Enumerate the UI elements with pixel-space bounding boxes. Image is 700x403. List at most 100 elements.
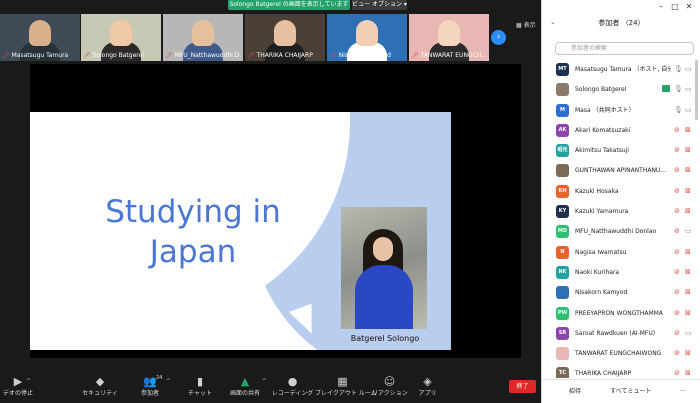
- mic-muted-icon[interactable]: ⊘: [674, 187, 680, 195]
- participant-row[interactable]: AK Akari Komatsuzaki ⊘ ⊠: [542, 121, 700, 141]
- view-options-button[interactable]: ビュー オプション ▾: [352, 0, 407, 10]
- camera-off-icon[interactable]: ⊠: [685, 248, 691, 256]
- participant-row[interactable]: KY Kazuki Yamamura ⊘ ⊠: [542, 202, 700, 222]
- slide-title: Studying in Japan: [105, 194, 281, 270]
- participant-row[interactable]: SR Saroat Rawdkuen (AI-MFU) ⊘ ▭: [542, 324, 700, 344]
- toolbar-label: 参加者: [140, 390, 159, 397]
- end-meeting-button[interactable]: 終了: [509, 380, 536, 393]
- participant-row[interactable]: MD MFU_Natthawuddhi Donlao ⊘ ▭: [542, 222, 700, 242]
- participant-row[interactable]: M Masa （共同ホスト） 🎙︎ ▭: [542, 101, 700, 121]
- mic-muted-icon[interactable]: ⊘: [674, 329, 680, 337]
- caret-up-icon[interactable]: ^: [262, 378, 267, 385]
- toolbar-label: レコーディング: [271, 390, 314, 397]
- more-button[interactable]: ...: [680, 386, 686, 393]
- mic-muted-icon: 🎤︎: [247, 52, 255, 59]
- toolbar-reactions-button[interactable]: ☺ リアクション: [372, 375, 408, 401]
- camera-icon[interactable]: ▭: [685, 65, 692, 73]
- video-tile[interactable]: 🎤︎ TANWARAT EUNGCH...: [409, 14, 489, 61]
- camera-icon[interactable]: ▭: [685, 329, 692, 337]
- participant-row[interactable]: KH Kazuki Hosaka ⊘ ⊠: [542, 182, 700, 202]
- participant-row[interactable]: N Nagisa Iwamatsu ⊘ ⊠: [542, 243, 700, 263]
- mic-icon[interactable]: 🎙︎: [674, 85, 683, 93]
- mic-muted-icon[interactable]: ⊘: [674, 166, 680, 174]
- participant-avatar: [556, 286, 569, 300]
- participant-row[interactable]: PW PREEYAPRON WONGTHAMMA ⊘ ⊠: [542, 304, 700, 324]
- toolbar-record-button[interactable]: ● レコーディング: [270, 375, 315, 401]
- toolbar-share-button[interactable]: ▲ 画面の共有: [225, 375, 265, 401]
- camera-off-icon[interactable]: ⊠: [685, 369, 691, 377]
- participant-row[interactable]: NK Naoki Kurihara ⊘ ⊠: [542, 263, 700, 283]
- mic-muted-icon[interactable]: ⊘: [674, 288, 680, 296]
- video-tile-name: 🎤︎ THARIKA CHAIJARP: [247, 52, 323, 60]
- participant-row[interactable]: Nisakorn Kamyod ⊘ ⊠: [542, 283, 700, 303]
- toolbar-breakout-button[interactable]: ▦ ブレイクアウト ルーム: [315, 375, 377, 401]
- toolbar-chat-button[interactable]: ▮ チャット: [185, 375, 215, 401]
- participants-panel: –□✕ ⌄ 参加者 （24） ⌕ 参加者の検索 MTMasatsugu Tamu…: [541, 0, 700, 403]
- panel-scrollbar[interactable]: [695, 60, 698, 120]
- mic-muted-icon[interactable]: ⊘: [674, 369, 680, 377]
- participant-row[interactable]: 昭光 Akimitsu Takatsuji ⊘ ⊠: [542, 141, 700, 161]
- participant-name: PREEYAPRON WONGTHAMMA: [575, 309, 663, 317]
- mic-muted-icon[interactable]: ⊘: [674, 268, 680, 276]
- camera-icon[interactable]: ▭: [685, 106, 692, 114]
- toolbar-participants-button[interactable]: 👥 参加者 24: [135, 375, 165, 401]
- camera-off-icon[interactable]: ⊠: [685, 349, 691, 357]
- gallery-next-button[interactable]: ›: [491, 30, 506, 45]
- camera-off-icon[interactable]: ⊠: [685, 207, 691, 215]
- mic-muted-icon[interactable]: ⊘: [674, 227, 680, 235]
- participant-row[interactable]: GUNTHAWAN APINANTHANU... ⊘ ⊠: [542, 161, 700, 181]
- camera-off-icon[interactable]: ⊠: [685, 288, 691, 296]
- toolbar-apps-button[interactable]: ◈ アプリ: [415, 375, 440, 401]
- record-icon: ●: [287, 375, 298, 388]
- mic-muted-icon: 🎤︎: [411, 52, 419, 59]
- camera-icon[interactable]: ▭: [685, 85, 692, 93]
- mic-muted-icon[interactable]: ⊘: [674, 126, 680, 134]
- camera-off-icon[interactable]: ⊠: [685, 126, 691, 134]
- participant-name: GUNTHAWAN APINANTHANU...: [575, 167, 667, 175]
- mic-muted-icon[interactable]: ⊘: [674, 349, 680, 357]
- video-tile[interactable]: 🎤︎ Masatsugu Tamura: [0, 14, 80, 61]
- display-toggle-button[interactable]: ▦ 表示: [516, 20, 536, 29]
- video-tile[interactable]: 🎤︎ Solongo Batgerel: [81, 14, 161, 61]
- mic-icon[interactable]: 🎙︎: [674, 65, 683, 73]
- camera-off-icon[interactable]: ⊠: [685, 166, 691, 174]
- mic-muted-icon[interactable]: ⊘: [674, 248, 680, 256]
- camera-off-icon[interactable]: ⊠: [685, 309, 691, 317]
- tile-name-text: MFU_Natthawuddhi D...: [174, 52, 241, 59]
- participant-search-input[interactable]: 参加者の検索: [555, 42, 694, 55]
- participant-list: MT Masatsugu Tamura （ホスト, 自分） 🎙︎ ▭ Solongo B…: [542, 60, 700, 378]
- participant-name: TANWARAT EUNGCHAIWONG: [575, 350, 662, 358]
- participant-count-badge: 24: [156, 375, 163, 381]
- mic-icon[interactable]: 🎙︎: [674, 106, 683, 114]
- caret-up-icon[interactable]: ^: [26, 378, 31, 385]
- mute-all-button[interactable]: すべてミュート: [610, 386, 651, 395]
- participant-row[interactable]: MT Masatsugu Tamura （ホスト, 自分） 🎙︎ ▭: [542, 60, 700, 80]
- participant-name: Nisakorn Kamyod: [575, 289, 628, 297]
- mic-muted-icon[interactable]: ⊘: [674, 146, 680, 154]
- camera-off-icon[interactable]: ⊠: [685, 187, 691, 195]
- apps-icon: ◈: [423, 375, 432, 388]
- camera-off-icon[interactable]: ⊠: [685, 268, 691, 276]
- toolbar-label: セキュリティ: [82, 390, 118, 397]
- participant-row[interactable]: Solongo Batgerel 🎙︎ ▭: [542, 80, 700, 100]
- video-tile[interactable]: 🎤︎ MFU_Natthawuddhi D...: [163, 14, 243, 61]
- minimize-icon[interactable]: –: [654, 2, 668, 11]
- toolbar-security-button[interactable]: ◆ セキュリティ: [80, 375, 120, 401]
- invite-button[interactable]: 招待: [569, 386, 581, 395]
- participant-avatar: [556, 347, 569, 361]
- display-toggle-label: 表示: [523, 22, 536, 29]
- toolbar-label: ブレイクアウト ルーム: [315, 390, 377, 397]
- video-tile[interactable]: 🎤︎ Nisakorn Kamyod: [327, 14, 407, 61]
- camera-icon[interactable]: ▭: [685, 227, 692, 235]
- close-icon[interactable]: ✕: [682, 2, 696, 11]
- mic-muted-icon[interactable]: ⊘: [674, 309, 680, 317]
- camera-off-icon[interactable]: ⊠: [685, 146, 691, 154]
- photo-dress: [355, 265, 413, 329]
- panel-title: 参加者 （24）: [598, 19, 645, 27]
- mic-muted-icon[interactable]: ⊘: [674, 207, 680, 215]
- caret-up-icon[interactable]: ^: [166, 378, 171, 385]
- video-tile[interactable]: 🎤︎ THARIKA CHAIJARP: [245, 14, 325, 61]
- participant-row[interactable]: TC THARIKA CHAIJARP ⊘ ⊠: [542, 364, 700, 378]
- participant-row[interactable]: TANWARAT EUNGCHAIWONG ⊘ ⊠: [542, 344, 700, 364]
- maximize-icon[interactable]: □: [668, 2, 682, 11]
